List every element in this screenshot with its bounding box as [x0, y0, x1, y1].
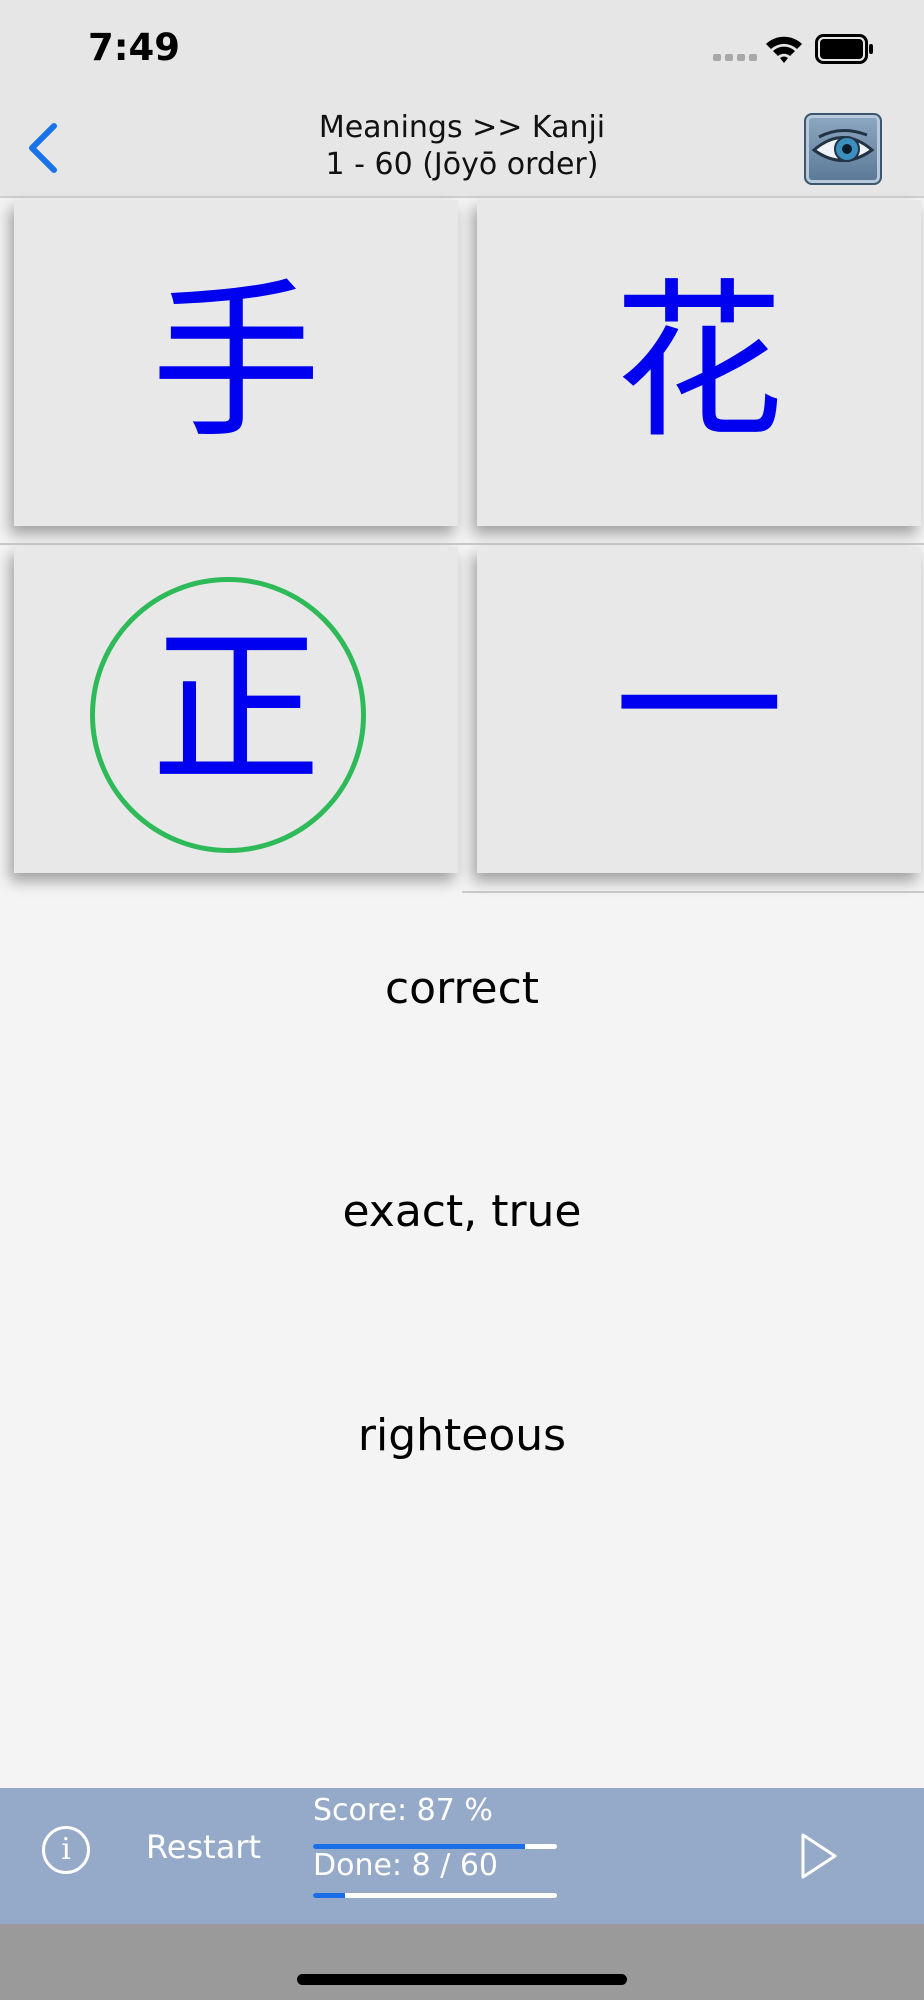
battery-icon	[815, 34, 873, 64]
status-bar: 7:49	[0, 0, 924, 100]
restart-button[interactable]: Restart	[146, 1828, 261, 1866]
home-indicator-area	[0, 1924, 924, 2000]
kanji-character: 正	[150, 611, 321, 809]
nav-bar: Meanings >> Kanji 1 - 60 (Jōyō order)	[0, 100, 924, 198]
done-progress-bar	[313, 1893, 557, 1898]
nav-title: Meanings >> Kanji 1 - 60 (Jōyō order)	[212, 109, 712, 183]
kanji-character: 手	[150, 264, 321, 462]
kanji-character: 一	[613, 611, 784, 809]
answer-tile-4[interactable]: 一	[477, 547, 921, 873]
answer-tile-2[interactable]: 花	[477, 200, 921, 526]
done-progress-fill	[313, 1893, 346, 1898]
meaning-text: exact, true	[342, 1186, 582, 1237]
eye-icon	[811, 129, 875, 162]
play-button[interactable]	[800, 1832, 838, 1884]
back-button[interactable]	[22, 120, 66, 176]
done-label: Done: 8 / 60	[313, 1848, 499, 1883]
meaning-text: correct	[384, 963, 540, 1014]
answer-tile-1[interactable]: 手	[14, 200, 458, 526]
kanji-character: 花	[613, 264, 784, 462]
wifi-icon	[766, 36, 802, 63]
bottom-toolbar: i Restart Score: 87 % Done: 8 / 60	[0, 1788, 924, 1924]
nav-title-line2: 1 - 60 (Jōyō order)	[325, 147, 599, 182]
chevron-left-icon	[29, 123, 57, 173]
row-divider	[0, 543, 924, 545]
score-label: Score: 87 %	[313, 1793, 493, 1828]
home-indicator[interactable]	[297, 1974, 627, 1985]
play-icon	[801, 1833, 837, 1879]
answer-tile-3[interactable]: 正	[14, 547, 458, 873]
info-icon[interactable]: i	[42, 1826, 90, 1874]
reveal-answer-button[interactable]	[804, 113, 882, 185]
nav-title-line1: Meanings >> Kanji	[318, 110, 606, 145]
meaning-text: righteous	[357, 1410, 567, 1461]
status-time: 7:49	[88, 26, 181, 69]
grid-bottom-divider	[462, 891, 924, 893]
cellular-signal-icon	[713, 54, 757, 61]
